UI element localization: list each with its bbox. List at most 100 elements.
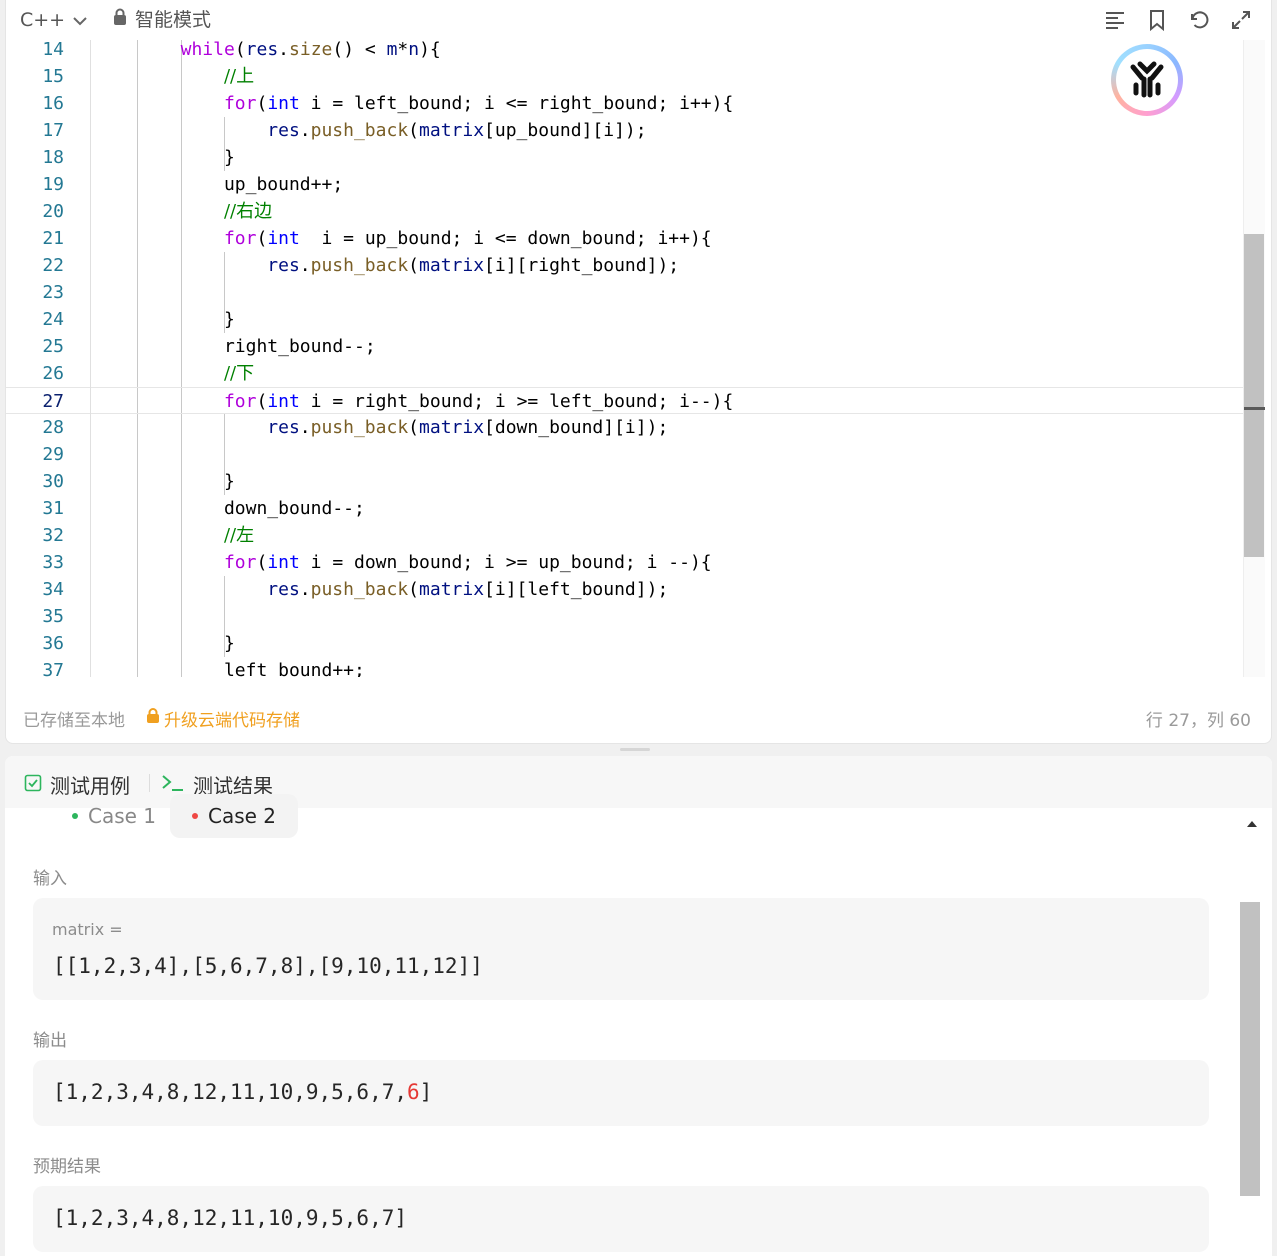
line-number: 19 [42,174,64,195]
code-line[interactable]: 23 [6,279,1248,306]
code-line[interactable]: 31 down_bound--; [6,495,1248,522]
code-text: res.push_back(matrix[up_bound][i]); [267,120,647,141]
code-text: res.push_back(matrix[i][left_bound]); [267,579,669,600]
code-line[interactable]: 19 up_bound++; [6,171,1248,198]
indent-guide [223,252,225,333]
code-line[interactable]: 26 //下 [6,360,1248,387]
code-line[interactable]: 20 //右边 [6,198,1248,225]
code-line[interactable]: 28 res.push_back(matrix[down_bound][i]); [6,414,1248,441]
line-number: 28 [42,417,64,438]
line-number: 34 [42,579,64,600]
result-scrollbar-thumb[interactable] [1240,902,1260,1196]
line-number: 32 [42,525,64,546]
line-number: 35 [42,606,64,627]
code-text: for(int i = down_bound; i >= up_bound; i… [223,552,712,573]
line-number: 37 [42,660,64,677]
smart-mode-toggle[interactable]: 智能模式 [113,7,211,33]
code-text: down_bound--; [223,498,365,519]
line-number: 17 [42,120,64,141]
case-1-status-dot [72,813,78,819]
code-text: right_bound--; [223,336,376,357]
upgrade-label: 升级云端代码存储 [164,711,300,731]
bookmark-icon[interactable] [1145,8,1169,32]
code-area[interactable]: 14 while(res.size() < m*n){15 //上 16 for(int… [6,40,1248,677]
code-text: //上 [223,66,255,87]
code-line[interactable]: 25 right_bound--; [6,333,1248,360]
language-select[interactable]: C++ [20,7,87,33]
output-value: [1,2,3,4,8,12,11,10,9,5,6,7,6] [53,1080,432,1104]
line-number: 26 [42,363,64,384]
input-label: 输入 [33,869,67,889]
chevron-down-icon [73,7,87,33]
saved-status: 已存储至本地 [23,711,125,731]
line-number: 25 [42,336,64,357]
ai-assistant-icon[interactable] [1111,44,1183,116]
case-2-status-dot [192,813,198,819]
code-line[interactable]: 24} [6,306,1248,333]
output-value-diff: 6 [407,1080,420,1104]
code-line[interactable]: 21 for(int i = up_bound; i <= down_bound;… [6,225,1248,252]
input-box: matrix = [[1,2,3,4],[5,6,7,8],[9,10,11,1… [33,898,1209,1000]
code-line[interactable]: 18} [6,144,1248,171]
code-text: for(int i = up_bound; i <= down_bound; i… [223,228,712,249]
output-box: [1,2,3,4,8,12,11,10,9,5,6,7,6] [33,1060,1209,1126]
panel-splitter[interactable] [620,748,650,751]
output-label: 输出 [33,1031,67,1051]
line-number: 23 [42,282,64,303]
line-number: 14 [42,40,64,60]
line-number: 30 [42,471,64,492]
line-number: 27 [42,391,64,412]
code-line[interactable]: 30} [6,468,1248,495]
input-var-name: matrix = [52,920,123,939]
editor-scrollbar-thumb[interactable] [1244,234,1264,557]
code-line[interactable]: 34 res.push_back(matrix[i][left_bound]); [6,576,1248,603]
line-number: 18 [42,147,64,168]
result-panel: 测试用例 测试结果 Case 1 Case 2 输入 matrix = [[1,… [5,756,1272,1256]
line-number: 22 [42,255,64,276]
code-text: for(int i = left_bound; i <= right_bound… [223,93,734,114]
input-value: [[1,2,3,4],[5,6,7,8],[9,10,11,12]] [53,954,483,978]
expected-label: 预期结果 [33,1157,101,1177]
editor-status-bar: 已存储至本地 升级云端代码存储 行 27，列 60 [6,700,1271,734]
terminal-icon [161,773,185,797]
code-text: left_bound++; [223,660,365,677]
code-text: //左 [223,525,255,546]
code-line[interactable]: 35 [6,603,1248,630]
code-line[interactable]: 37 left_bound++; [6,657,1248,677]
line-number: 20 [42,201,64,222]
scroll-up-icon[interactable] [1245,816,1259,830]
upgrade-storage-link[interactable]: 升级云端代码存储 [146,706,300,731]
indent-guide [223,576,225,657]
line-number: 21 [42,228,64,249]
expected-box: [1,2,3,4,8,12,11,10,9,5,6,7] [33,1186,1209,1252]
case-2-tab[interactable]: Case 2 [170,794,299,838]
code-line[interactable]: 15 //上 [6,63,1248,90]
code-text: res.push_back(matrix[down_bound][i]); [267,417,669,438]
code-text: //下 [223,363,255,384]
line-number: 24 [42,309,64,330]
cursor-line-marker [1244,407,1265,410]
code-text: } [223,309,235,330]
output-value-end: ] [419,1080,433,1104]
code-line[interactable]: 33 for(int i = down_bound; i >= up_bound;… [6,549,1248,576]
lock-icon [113,7,127,33]
mode-label: 智能模式 [135,9,212,31]
case-1-tab[interactable]: Case 1 [50,794,178,838]
tab-separator [149,774,150,792]
case-1-label: Case 1 [88,804,157,828]
expand-icon[interactable] [1229,8,1253,32]
gutter-separator [90,40,91,677]
code-line[interactable]: 17 res.push_back(matrix[up_bound][i]); [6,117,1248,144]
format-icon[interactable] [1103,8,1127,32]
undo-icon[interactable] [1187,8,1211,32]
line-number: 29 [42,444,64,465]
line-number: 36 [42,633,64,654]
code-line[interactable]: 36} [6,630,1248,657]
code-line[interactable]: 22 res.push_back(matrix[i][right_bound]); [6,252,1248,279]
code-line[interactable]: 27 for(int i = right_bound; i >= left_bou… [6,387,1248,414]
code-line[interactable]: 16 for(int i = left_bound; i <= right_bou… [6,90,1248,117]
code-line[interactable]: 14 while(res.size() < m*n){ [6,40,1248,63]
code-line[interactable]: 29 [6,441,1248,468]
line-number: 33 [42,552,64,573]
code-line[interactable]: 32 //左 [6,522,1248,549]
